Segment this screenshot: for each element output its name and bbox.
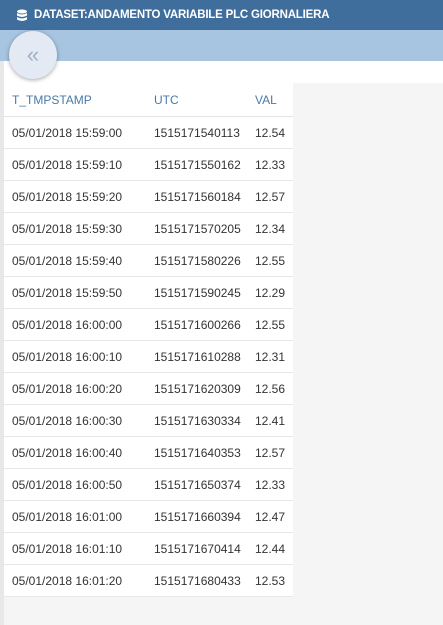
- table-cell: 1515171570205: [146, 212, 251, 245]
- table-cell: 05/01/2018 15:59:00: [4, 116, 146, 149]
- table-cell: 05/01/2018 16:00:00: [4, 308, 146, 341]
- database-icon: [16, 9, 28, 22]
- table-row[interactable]: 05/01/2018 15:59:10 1515171550162 12.33: [4, 148, 293, 181]
- table-cell: 12.57: [251, 180, 293, 213]
- table-row[interactable]: 05/01/2018 15:59:00 1515171540113 12.54: [4, 116, 293, 149]
- table-header-row: T_TMPSTAMP UTC VAL: [4, 83, 293, 117]
- table-cell: 05/01/2018 15:59:20: [4, 180, 146, 213]
- table-cell: 05/01/2018 16:01:00: [4, 500, 146, 533]
- table-row[interactable]: 05/01/2018 15:59:30 1515171570205 12.34: [4, 212, 293, 245]
- table-cell: 05/01/2018 15:59:10: [4, 148, 146, 181]
- table-cell: 05/01/2018 16:00:10: [4, 340, 146, 373]
- table-cell: 12.57: [251, 436, 293, 469]
- table-cell: 1515171670414: [146, 532, 251, 565]
- table-cell: 12.54: [251, 116, 293, 149]
- column-header-t-tmpstamp[interactable]: T_TMPSTAMP: [4, 83, 146, 117]
- collapse-button[interactable]: «: [9, 31, 57, 79]
- content-top: [0, 61, 443, 83]
- table-cell: 1515171650374: [146, 468, 251, 501]
- table-cell: 12.55: [251, 308, 293, 341]
- table-cell: 1515171610288: [146, 340, 251, 373]
- table-row[interactable]: 05/01/2018 16:00:30 1515171630334 12.41: [4, 404, 293, 437]
- table-cell: 1515171660394: [146, 500, 251, 533]
- dataset-table: T_TMPSTAMP UTC VAL 05/01/2018 15:59:00 1515…: [4, 83, 293, 597]
- table-cell: 1515171600266: [146, 308, 251, 341]
- title-bar: DATASET:ANDAMENTO VARIABILE PLC GIORNALI…: [0, 0, 443, 30]
- table-cell: 05/01/2018 16:00:30: [4, 404, 146, 437]
- sub-toolbar: [0, 30, 443, 61]
- double-chevron-left-icon: «: [26, 42, 40, 67]
- table-cell: 1515171590245: [146, 276, 251, 309]
- table-cell: 05/01/2018 16:00:20: [4, 372, 146, 405]
- table-cell: 12.29: [251, 276, 293, 309]
- table-cell: 12.33: [251, 148, 293, 181]
- table-cell: 05/01/2018 15:59:30: [4, 212, 146, 245]
- table-row[interactable]: 05/01/2018 16:00:00 1515171600266 12.55: [4, 308, 293, 341]
- table-cell: 12.56: [251, 372, 293, 405]
- table-cell: 1515171560184: [146, 180, 251, 213]
- table-cell: 12.34: [251, 212, 293, 245]
- table-cell: 12.44: [251, 532, 293, 565]
- table-cell: 1515171640353: [146, 436, 251, 469]
- table-row[interactable]: 05/01/2018 16:01:10 1515171670414 12.44: [4, 532, 293, 565]
- table-cell: 12.47: [251, 500, 293, 533]
- table-row[interactable]: 05/01/2018 16:00:10 1515171610288 12.31: [4, 340, 293, 373]
- table-row[interactable]: 05/01/2018 16:01:20 1515171680433 12.53: [4, 564, 293, 597]
- table-cell: 1515171630334: [146, 404, 251, 437]
- table-cell: 12.53: [251, 564, 293, 597]
- table-cell: 05/01/2018 15:59:40: [4, 244, 146, 277]
- table-cell: 12.31: [251, 340, 293, 373]
- table-row[interactable]: 05/01/2018 15:59:50 1515171590245 12.29: [4, 276, 293, 309]
- table-cell: 05/01/2018 16:00:40: [4, 436, 146, 469]
- column-header-val[interactable]: VAL: [251, 83, 293, 117]
- table-cell: 05/01/2018 15:59:50: [4, 276, 146, 309]
- table-cell: 1515171540113: [146, 116, 251, 149]
- column-header-utc[interactable]: UTC: [146, 83, 251, 117]
- table-cell: 05/01/2018 16:00:50: [4, 468, 146, 501]
- table-cell: 1515171620309: [146, 372, 251, 405]
- table-cell: 1515171550162: [146, 148, 251, 181]
- table-cell: 1515171680433: [146, 564, 251, 597]
- table-cell: 1515171580226: [146, 244, 251, 277]
- table-body: 05/01/2018 15:59:00 1515171540113 12.54 05/…: [4, 116, 293, 597]
- table-row[interactable]: 05/01/2018 15:59:40 1515171580226 12.55: [4, 244, 293, 277]
- table-row[interactable]: 05/01/2018 15:59:20 1515171560184 12.57: [4, 180, 293, 213]
- table-row[interactable]: 05/01/2018 16:01:00 1515171660394 12.47: [4, 500, 293, 533]
- page-title: DATASET:ANDAMENTO VARIABILE PLC GIORNALI…: [34, 9, 330, 21]
- table-cell: 05/01/2018 16:01:20: [4, 564, 146, 597]
- table-cell: 12.33: [251, 468, 293, 501]
- table-cell: 05/01/2018 16:01:10: [4, 532, 146, 565]
- table-row[interactable]: 05/01/2018 16:00:40 1515171640353 12.57: [4, 436, 293, 469]
- table-row[interactable]: 05/01/2018 16:00:50 1515171650374 12.33: [4, 468, 293, 501]
- table-cell: 12.41: [251, 404, 293, 437]
- table-cell: 12.55: [251, 244, 293, 277]
- table-row[interactable]: 05/01/2018 16:00:20 1515171620309 12.56: [4, 372, 293, 405]
- dataset-table-container: T_TMPSTAMP UTC VAL 05/01/2018 15:59:00 1515…: [4, 83, 293, 597]
